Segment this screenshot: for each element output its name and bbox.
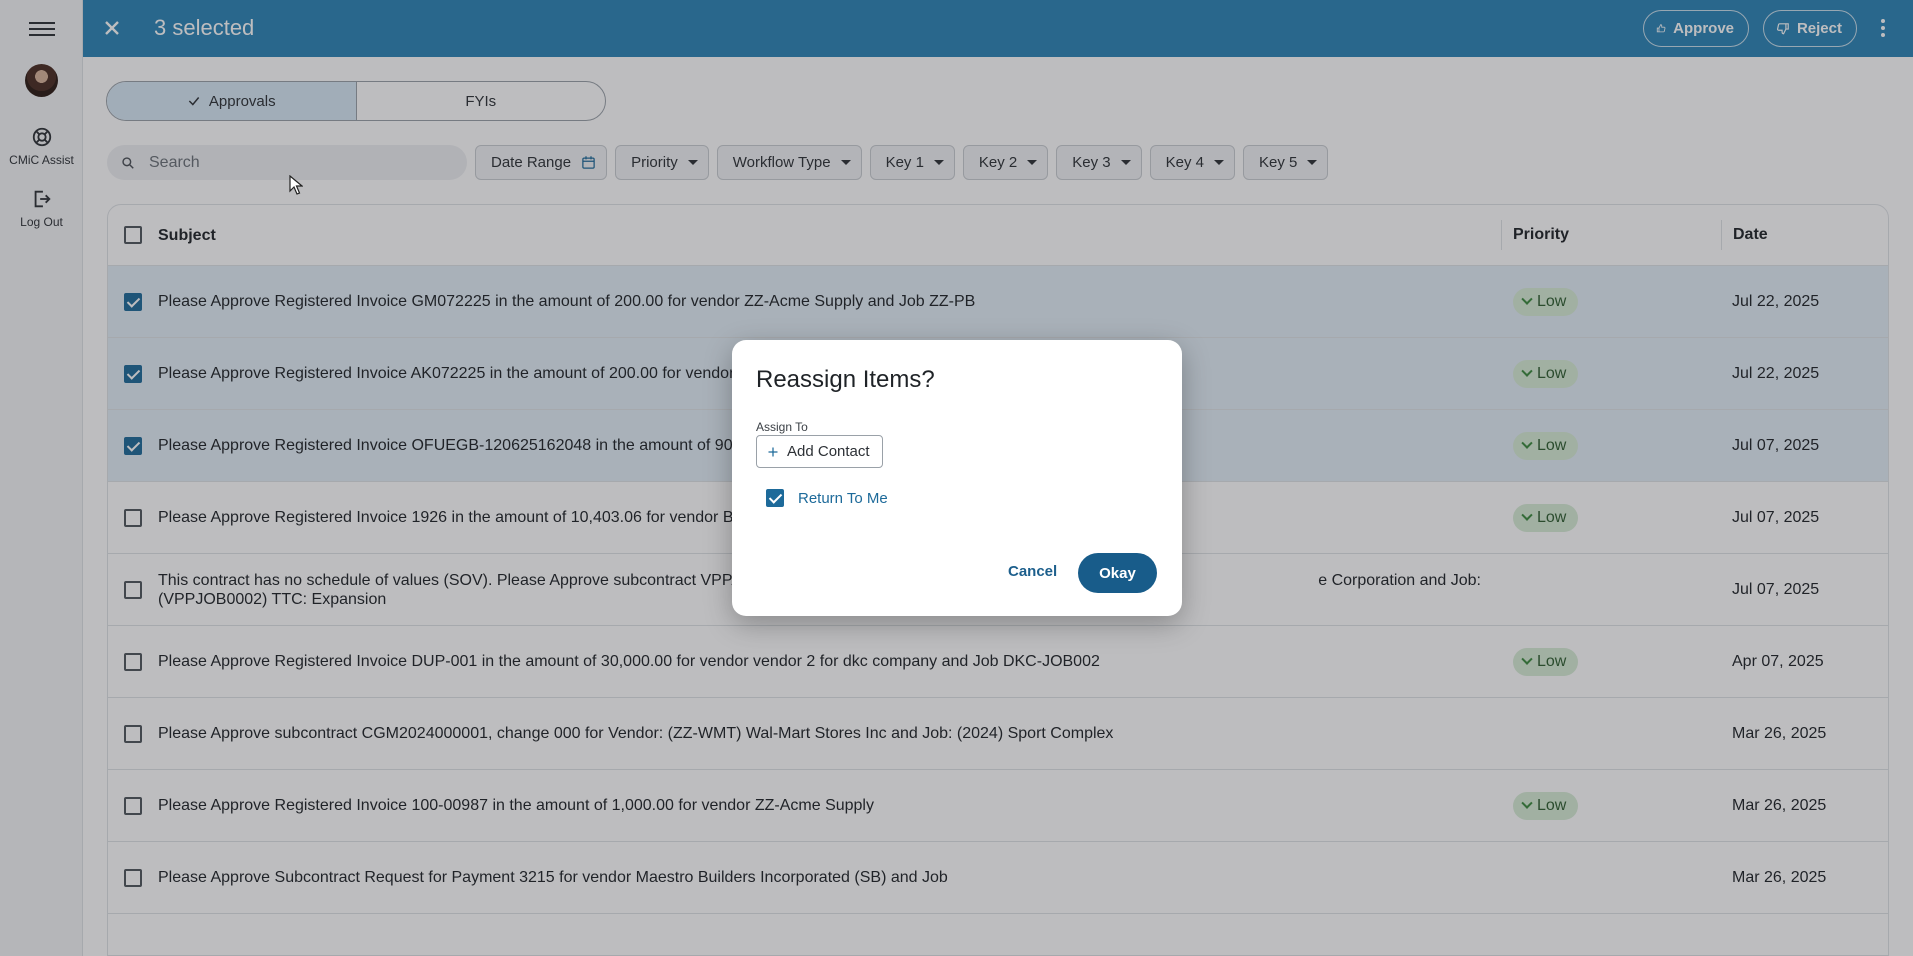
cancel-button[interactable]: Cancel bbox=[1008, 563, 1057, 580]
mouse-cursor-icon bbox=[289, 175, 303, 195]
reassign-dialog: Reassign Items? Assign To Add Contact Re… bbox=[732, 340, 1182, 616]
assign-to-label: Assign To bbox=[756, 420, 808, 434]
dialog-title: Reassign Items? bbox=[756, 366, 935, 393]
plus-icon bbox=[768, 447, 778, 456]
return-to-me-label: Return To Me bbox=[798, 489, 888, 507]
return-to-me-checkbox[interactable] bbox=[766, 489, 784, 507]
add-contact-label: Add Contact bbox=[787, 443, 870, 460]
add-contact-button[interactable]: Add Contact bbox=[756, 435, 883, 468]
return-to-me-option[interactable]: Return To Me bbox=[766, 489, 888, 507]
okay-button[interactable]: Okay bbox=[1078, 553, 1157, 593]
